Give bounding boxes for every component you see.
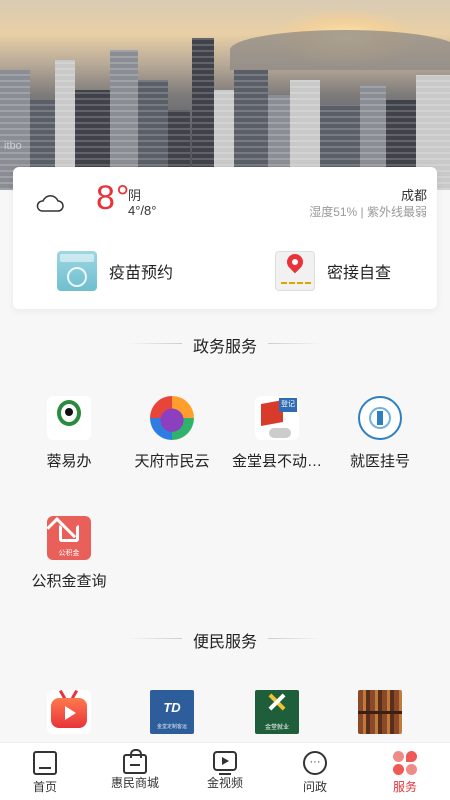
tab-mall[interactable]: 惠民商城 <box>90 743 180 800</box>
tab-home[interactable]: 首页 <box>0 743 90 800</box>
temperature: 8° <box>96 179 131 217</box>
gov-service-label: 金堂县不动… <box>231 453 322 470</box>
video-icon <box>213 751 237 775</box>
shopping-bag-icon <box>123 749 147 774</box>
gov-service-rongyiban[interactable]: 蓉易办 <box>14 396 124 471</box>
panda-icon <box>47 396 91 440</box>
map-pin-icon <box>275 250 315 291</box>
convenience-service-custom-bus[interactable]: TD 金堂定制客运 <box>117 690 227 734</box>
chat-icon <box>303 751 327 775</box>
gov-services-header: 政务服务 <box>0 333 450 357</box>
weather-card: 8° 阴 4°/8° 成都 湿度51% | 紫外线最弱 疫苗预约 密接自查 <box>13 167 437 309</box>
convenience-services-header: 便民服务 <box>0 628 450 652</box>
city-banner-image: itbo <box>0 0 450 190</box>
gov-service-property-registration[interactable]: 登记 金堂县不动… <box>222 396 332 471</box>
housing-fund-icon: 公积金 <box>47 516 91 560</box>
convenience-service-tv[interactable] <box>14 689 124 734</box>
tab-label: 首页 <box>32 780 57 794</box>
convenience-services-title: 便民服务 <box>192 634 257 651</box>
gov-service-label: 天府市民云 <box>134 453 210 470</box>
close-contact-check-label: 密接自查 <box>327 265 392 282</box>
job-icon: 金堂就业 <box>255 690 299 734</box>
vaccine-appointment-button[interactable]: 疫苗预约 <box>57 251 173 291</box>
tab-label: 金视频 <box>206 776 243 790</box>
temperature-range: 4°/8° <box>128 203 157 218</box>
weather-details: 湿度51% | 紫外线最弱 <box>309 205 427 219</box>
city-name[interactable]: 成都 <box>401 185 427 204</box>
vaccine-appointment-label: 疫苗预约 <box>109 265 174 282</box>
vaccine-icon <box>57 251 97 291</box>
convenience-service-library[interactable] <box>325 690 435 734</box>
gov-service-label: 公积金查询 <box>31 573 107 590</box>
gov-service-label: 就医挂号 <box>349 453 410 470</box>
citizen-cloud-icon <box>150 396 194 440</box>
bottom-tab-bar: 首页 惠民商城 金视频 问政 服务 <box>0 742 450 800</box>
tab-label: 服务 <box>392 780 417 794</box>
home-icon <box>33 751 57 775</box>
tab-inquiry[interactable]: 问政 <box>270 743 360 800</box>
tv-icon <box>47 689 91 734</box>
gov-services-title: 政务服务 <box>192 339 257 356</box>
close-contact-check-button[interactable]: 密接自查 <box>275 250 392 291</box>
gov-service-label: 蓉易办 <box>46 453 92 470</box>
services-icon <box>393 751 417 775</box>
convenience-service-employment[interactable]: 金堂就业 <box>222 690 332 734</box>
tab-label: 问政 <box>302 780 327 794</box>
image-watermark: itbo <box>4 140 22 152</box>
house-registration-icon: 登记 <box>255 396 299 440</box>
gov-service-hospital-registration[interactable]: 就医挂号 <box>325 396 435 471</box>
cloud-icon <box>36 195 64 212</box>
library-icon <box>358 690 402 734</box>
tab-services[interactable]: 服务 <box>360 743 450 800</box>
tab-label: 惠民商城 <box>110 776 159 790</box>
tab-video[interactable]: 金视频 <box>180 743 270 800</box>
hospital-icon <box>358 396 402 440</box>
weather-condition: 阴 <box>128 188 142 203</box>
td-icon: TD 金堂定制客运 <box>150 690 194 734</box>
gov-service-housing-fund[interactable]: 公积金 公积金查询 <box>14 516 124 591</box>
gov-service-citizen-cloud[interactable]: 天府市民云 <box>117 396 227 471</box>
